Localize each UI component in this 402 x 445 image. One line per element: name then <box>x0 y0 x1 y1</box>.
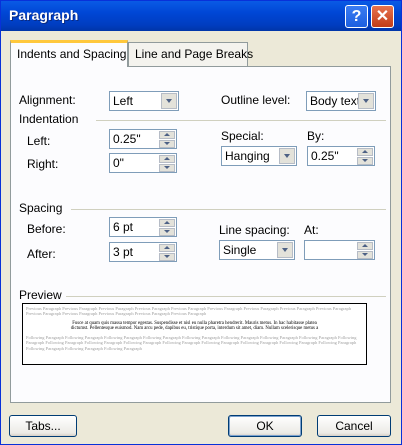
spin-up-icon[interactable] <box>159 131 175 139</box>
chevron-down-icon <box>279 148 295 164</box>
cancel-button-label: Cancel <box>335 419 373 433</box>
spin-up-icon[interactable] <box>159 155 175 163</box>
ok-button[interactable]: OK <box>228 415 302 437</box>
tabs-button[interactable]: Tabs... <box>9 415 77 437</box>
spin-down-icon[interactable] <box>159 228 175 236</box>
spacing-after-spinner[interactable]: 3 pt <box>109 242 177 262</box>
help-icon: ? <box>351 8 362 25</box>
line-spacing-dropdown[interactable]: Single <box>219 240 295 260</box>
close-button[interactable]: ✕ <box>371 5 394 28</box>
indent-right-spinner[interactable]: 0" <box>109 153 177 173</box>
spin-down-icon[interactable] <box>159 164 175 172</box>
spacing-before-label: Before: <box>27 222 66 236</box>
special-dropdown[interactable]: Hanging <box>221 146 297 166</box>
spin-up-icon[interactable] <box>159 244 175 252</box>
spacing-after-label: After: <box>27 247 56 261</box>
indentation-divider <box>96 120 386 121</box>
spin-up-icon[interactable] <box>357 148 373 156</box>
chevron-down-icon <box>358 93 374 109</box>
alignment-dropdown[interactable]: Left <box>109 91 179 111</box>
alignment-label: Alignment: <box>19 93 76 107</box>
chevron-down-icon <box>277 242 293 258</box>
tab-line-and-page-breaks-label: Line and Page Breaks <box>135 47 254 61</box>
indent-right-label: Right: <box>27 157 59 171</box>
by-label: By: <box>307 129 325 143</box>
spin-down-icon[interactable] <box>357 157 373 165</box>
chevron-down-icon <box>161 93 177 109</box>
help-button[interactable]: ? <box>345 5 368 28</box>
spacing-divider <box>71 209 386 210</box>
by-value: 0.25" <box>311 149 339 163</box>
tab-line-and-page-breaks[interactable]: Line and Page Breaks <box>128 42 253 66</box>
paragraph-dialog: Paragraph ? ✕ Indents and Spacing Line a… <box>0 0 402 445</box>
indentation-section-label: Indentation <box>19 112 79 126</box>
title-bar[interactable]: Paragraph ? ✕ <box>1 1 401 31</box>
spin-down-icon[interactable] <box>159 253 175 261</box>
spin-up-icon[interactable] <box>357 242 373 250</box>
at-label: At: <box>304 223 319 237</box>
close-icon: ✕ <box>375 8 390 25</box>
preview-section-label: Preview <box>19 288 62 302</box>
line-spacing-value: Single <box>223 243 257 257</box>
special-label: Special: <box>221 129 264 143</box>
spin-up-icon[interactable] <box>159 219 175 227</box>
line-spacing-label: Line spacing: <box>219 223 290 237</box>
alignment-value: Left <box>113 94 134 108</box>
tab-indents-and-spacing[interactable]: Indents and Spacing <box>10 40 128 67</box>
preview-divider <box>66 296 386 297</box>
indent-left-label: Left: <box>27 134 51 148</box>
tab-indents-and-spacing-label: Indents and Spacing <box>17 47 127 61</box>
spacing-before-spinner[interactable]: 6 pt <box>109 217 177 237</box>
by-spinner[interactable]: 0.25" <box>307 146 375 166</box>
ok-button-label: OK <box>256 419 274 433</box>
spin-down-icon[interactable] <box>357 251 373 259</box>
indent-left-value: 0.25" <box>113 132 141 146</box>
spacing-section-label: Spacing <box>19 201 63 215</box>
preview-sample-paragraph: Fusce at quam quis massa tempor egestas.… <box>70 320 319 332</box>
at-spinner[interactable] <box>304 240 375 260</box>
spin-down-icon[interactable] <box>159 140 175 148</box>
preview-previous-paragraph: Previous Paragraph Previous Paragraph Pr… <box>26 306 352 317</box>
cancel-button[interactable]: Cancel <box>317 415 391 437</box>
indent-left-spinner[interactable]: 0.25" <box>109 129 177 149</box>
outline-level-label: Outline level: <box>221 93 291 107</box>
outline-level-value: Body text <box>310 94 361 108</box>
special-value: Hanging <box>225 149 270 163</box>
window-title: Paragraph <box>9 7 79 23</box>
indent-right-value: 0" <box>113 156 124 170</box>
outline-level-dropdown[interactable]: Body text <box>306 91 376 111</box>
spacing-before-value: 6 pt <box>113 220 134 234</box>
preview-box: Previous Paragraph Previous Paragraph Pr… <box>22 303 367 365</box>
tabs-button-label: Tabs... <box>25 419 61 433</box>
spacing-after-value: 3 pt <box>113 245 134 259</box>
preview-following-paragraph: Following Paragraph Following Paragraph … <box>26 335 357 351</box>
